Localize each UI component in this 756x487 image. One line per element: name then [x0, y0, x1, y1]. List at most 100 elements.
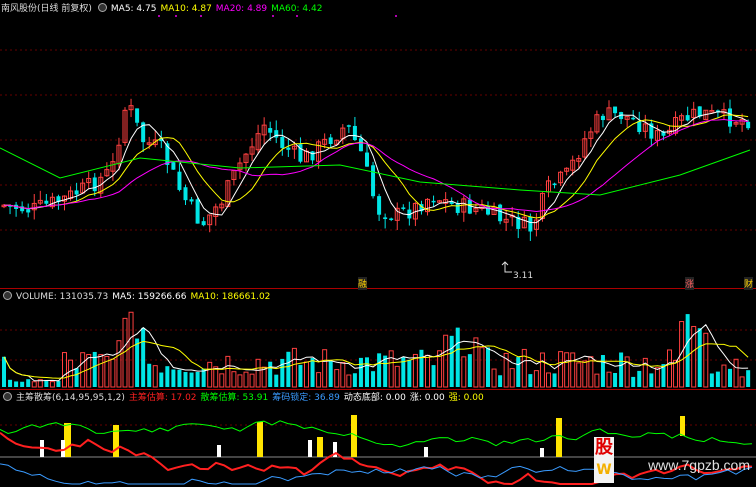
- top-markers: [158, 15, 397, 17]
- volume-bar: [715, 371, 720, 387]
- volume-bar: [746, 370, 751, 387]
- volume-bar: [352, 373, 357, 387]
- candle-body: [44, 200, 49, 204]
- volume-bar: [377, 353, 382, 387]
- volume-bar: [467, 354, 472, 387]
- volume-bar: [649, 373, 654, 387]
- volume-bar: [8, 379, 13, 387]
- volume-bar: [637, 370, 642, 387]
- volume-bar: [733, 358, 739, 388]
- date-marker-arrow: [501, 261, 512, 273]
- volume-bar: [298, 364, 303, 387]
- candle-body: [728, 108, 732, 127]
- candle-body: [455, 203, 460, 213]
- volume-moving-averages: [3, 323, 749, 382]
- volume-bar: [346, 374, 352, 388]
- volume-bar: [231, 371, 237, 388]
- volume-bar: [606, 371, 612, 388]
- volume-bar: [74, 368, 79, 387]
- volume-bar: [449, 335, 454, 387]
- volume-bar: [340, 362, 346, 388]
- stock-chart: [0, 15, 756, 486]
- candle-body: [201, 221, 206, 226]
- candle-body: [389, 218, 394, 220]
- volume-bar: [62, 352, 67, 388]
- candle-body: [135, 108, 140, 123]
- candle-body: [631, 117, 636, 120]
- volume-bar: [509, 368, 515, 388]
- volume-bar: [141, 327, 146, 387]
- volume-bars: [2, 311, 751, 388]
- volume-bar: [14, 381, 19, 387]
- volume-bar: [56, 380, 61, 387]
- signal-bar: [308, 440, 312, 457]
- volume-bar: [291, 347, 297, 388]
- vol-ma5-line: [3, 323, 749, 382]
- volume-bar: [280, 358, 285, 387]
- candle-body: [746, 121, 751, 129]
- volume-bar: [310, 358, 315, 387]
- event-tag[interactable]: 财: [744, 277, 754, 290]
- volume-bar: [407, 359, 412, 387]
- volume-bar: [516, 357, 521, 387]
- volume-bar: [654, 367, 660, 388]
- volume-bar: [461, 356, 467, 388]
- volume-bar: [521, 348, 527, 388]
- volume-bar: [431, 365, 436, 387]
- volume-bar: [159, 372, 164, 387]
- candle-body: [528, 216, 533, 232]
- candle-body: [383, 217, 388, 220]
- volume-bar: [249, 373, 255, 388]
- volume-bar: [268, 361, 273, 387]
- volume-bar: [328, 361, 333, 387]
- candle-body: [74, 190, 79, 195]
- volume-bar: [667, 349, 672, 388]
- candle-body: [498, 204, 503, 222]
- chip-signal-bars: [40, 415, 685, 457]
- candle-body: [177, 171, 182, 190]
- candle-body: [346, 125, 351, 127]
- event-tag[interactable]: 融: [358, 277, 368, 290]
- candle-body: [552, 183, 557, 186]
- volume-bar: [371, 371, 376, 387]
- logo-char: W: [596, 462, 612, 478]
- candle-body: [352, 125, 357, 141]
- volume-bar: [582, 360, 588, 388]
- candle-body: [195, 199, 200, 224]
- signal-bar: [424, 447, 428, 457]
- volume-bar: [358, 357, 363, 387]
- volume-bar: [564, 352, 570, 388]
- volume-bar: [219, 373, 225, 388]
- volume-bar: [552, 373, 557, 387]
- volume-bar: [613, 372, 618, 387]
- chip-lines: [0, 420, 753, 486]
- volume-bar: [304, 361, 309, 388]
- ma5-line: [4, 111, 749, 224]
- volume-bar: [334, 369, 340, 388]
- candle-body: [401, 207, 406, 209]
- candle-body: [183, 187, 188, 201]
- candle-body: [431, 200, 436, 203]
- volume-bar: [274, 374, 279, 387]
- volume-bar: [721, 364, 727, 388]
- candle-body: [697, 106, 702, 117]
- volume-bar: [207, 361, 213, 388]
- candle-body: [637, 121, 642, 133]
- volume-bar: [110, 358, 116, 388]
- volume-bar: [98, 354, 104, 388]
- volume-bar: [31, 381, 37, 388]
- candle-body: [171, 162, 176, 170]
- volume-bar: [116, 340, 122, 388]
- candle-body: [268, 128, 273, 133]
- event-tag[interactable]: 涨: [685, 277, 695, 290]
- signal-bar: [680, 416, 685, 436]
- volume-bar: [177, 369, 182, 387]
- volume-bar: [419, 349, 424, 387]
- volume-bar: [147, 363, 152, 387]
- candle-body: [685, 115, 690, 121]
- volume-bar: [80, 352, 86, 388]
- volume-bar: [479, 347, 485, 388]
- volume-bar: [152, 365, 158, 388]
- volume-bar: [165, 366, 170, 387]
- volume-bar: [225, 355, 231, 388]
